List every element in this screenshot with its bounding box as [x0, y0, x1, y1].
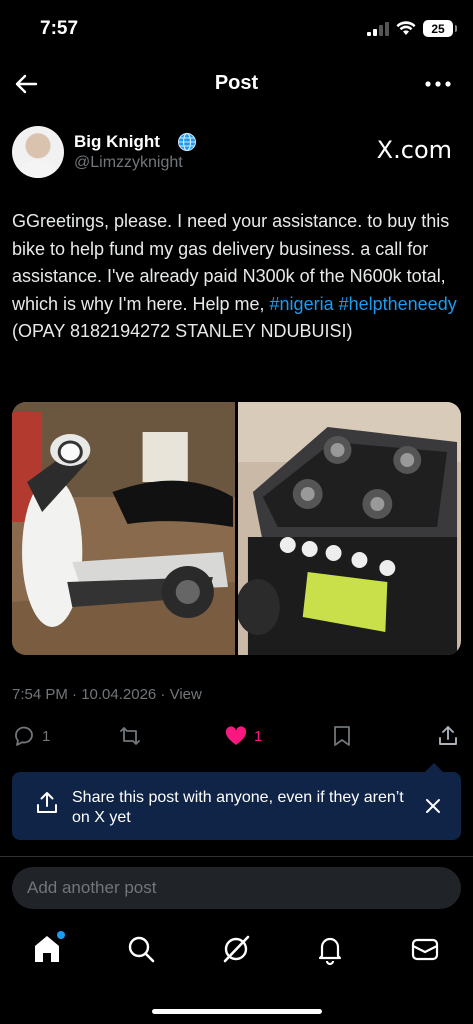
bookmark-button[interactable] — [330, 724, 354, 748]
author-name[interactable]: Big Knight — [74, 132, 160, 152]
globe-icon — [178, 132, 196, 152]
reply-count: 1 — [42, 727, 51, 745]
author-handle[interactable]: @Limzzyknight — [74, 154, 183, 172]
cellular-signal-icon — [367, 21, 389, 36]
post-author: Big Knight @Limzzyknight X.com — [12, 126, 462, 182]
grok-icon — [223, 935, 250, 963]
reply-icon — [15, 726, 33, 746]
close-icon[interactable] — [423, 796, 443, 816]
battery-indicator: 25 — [423, 20, 457, 37]
status-indicators: 25 — [367, 20, 457, 37]
bottom-tab-bar — [0, 928, 473, 974]
reply-placeholder: Add another post — [27, 878, 157, 897]
media-image-gas-cooker[interactable] — [238, 402, 461, 655]
source-watermark: X.com — [376, 136, 452, 164]
media-image-scooter[interactable] — [12, 402, 235, 655]
share-prompt-card[interactable]: Share this post with anyone, even if the… — [12, 763, 461, 840]
tab-search[interactable] — [124, 932, 158, 966]
hashtag-helptheneedy[interactable]: #helptheneedy — [339, 294, 457, 314]
hashtag-nigeria[interactable]: #nigeria — [270, 294, 334, 314]
more-horizontal-icon — [425, 81, 451, 87]
tab-grok[interactable] — [219, 932, 253, 966]
post-timestamp[interactable]: 7:54 PM · 10.04.2026 · View — [12, 686, 202, 703]
tab-notifications[interactable] — [313, 932, 347, 966]
like-button[interactable]: 1 — [224, 724, 262, 748]
share-prompt-text: Share this post with anyone, even if the… — [72, 789, 404, 826]
repost-button[interactable] — [118, 724, 148, 748]
share-icon — [37, 792, 57, 813]
status-time: 7:57 — [40, 18, 79, 39]
reply-input[interactable]: Add another post — [12, 867, 461, 909]
top-navigation: Post — [0, 62, 473, 106]
post-text: GGreetings, please. I need your assistan… — [12, 208, 464, 346]
heart-filled-icon — [225, 726, 247, 745]
more-options-button[interactable] — [425, 74, 451, 94]
bookmark-icon — [334, 726, 350, 746]
home-indicator — [152, 1009, 322, 1014]
divider — [0, 856, 473, 857]
post-media — [12, 402, 461, 655]
messages-icon — [411, 938, 439, 961]
tab-messages[interactable] — [408, 932, 442, 966]
page-title: Post — [214, 72, 259, 94]
share-button[interactable] — [436, 724, 460, 748]
avatar[interactable] — [12, 126, 64, 178]
post-body-text-end: (OPAY 8182194272 STANLEY NDUBUISI) — [12, 321, 353, 341]
status-bar: 7:57 25 — [0, 0, 473, 58]
reply-button[interactable]: 1 — [12, 724, 50, 748]
like-count: 1 — [254, 727, 263, 745]
repost-icon — [120, 727, 140, 745]
share-icon — [439, 726, 457, 745]
notifications-icon — [318, 937, 342, 966]
search-icon — [128, 936, 155, 963]
tab-home[interactable] — [30, 931, 65, 966]
post-actions: 1 1 — [0, 724, 473, 752]
notification-dot — [57, 931, 65, 939]
wifi-icon — [396, 21, 416, 35]
